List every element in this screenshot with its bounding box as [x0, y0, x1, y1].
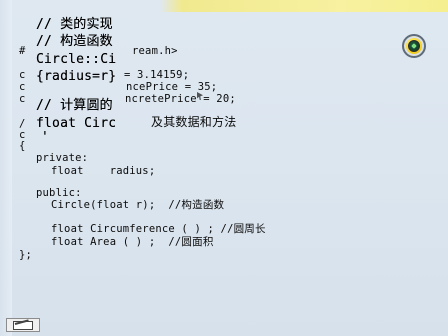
code-const-2-tail: ncePrice = 35; [126, 81, 218, 93]
code-public: public: [36, 187, 82, 199]
overlay-line-6: float Circ [36, 116, 117, 131]
code-const-3-tail: ncretePrice = 20; [125, 93, 236, 105]
top-decorative-banner [160, 0, 448, 12]
slide: // 类的实现 // 构造函数 Circle::Ci {radius=r} //… [0, 0, 448, 336]
overlay-line-1: // 类的实现 [36, 17, 113, 32]
overlay-line-3: Circle::Ci [36, 52, 117, 67]
code-float-radius: float radius; [51, 165, 156, 177]
code-area: float Area ( ) ; //圆面积 [51, 236, 214, 248]
code-private: private: [36, 152, 89, 164]
tool-icon[interactable] [6, 318, 40, 332]
windows-emblem-icon [402, 34, 426, 58]
code-ctor: Circle(float r); //构造函数 [51, 199, 225, 211]
left-decorative-band [0, 0, 12, 336]
overlay-line-7: ' [41, 130, 50, 145]
code-class-note: 及其数据和方法 [151, 115, 237, 129]
code-const-1-prefix: c [19, 69, 26, 81]
code-include-tail: ream.h> [132, 45, 178, 57]
code-const-2-prefix: c [19, 81, 26, 93]
code-circumference: float Circumference ( ) ; //圆周长 [51, 223, 266, 235]
overlay-line-2: // 构造函数 [36, 34, 113, 49]
emblem-center [408, 40, 420, 52]
overlay-line-4: {radius=r} [36, 69, 117, 84]
overlay-line-5: // 计算圆的 [36, 98, 113, 113]
code-close: }; [19, 249, 33, 261]
code-const-3-prefix: c [19, 93, 26, 105]
code-header: # [19, 45, 26, 57]
code-open-brace: { [19, 140, 26, 152]
code-const-1-tail: = 3.14159; [124, 69, 190, 81]
